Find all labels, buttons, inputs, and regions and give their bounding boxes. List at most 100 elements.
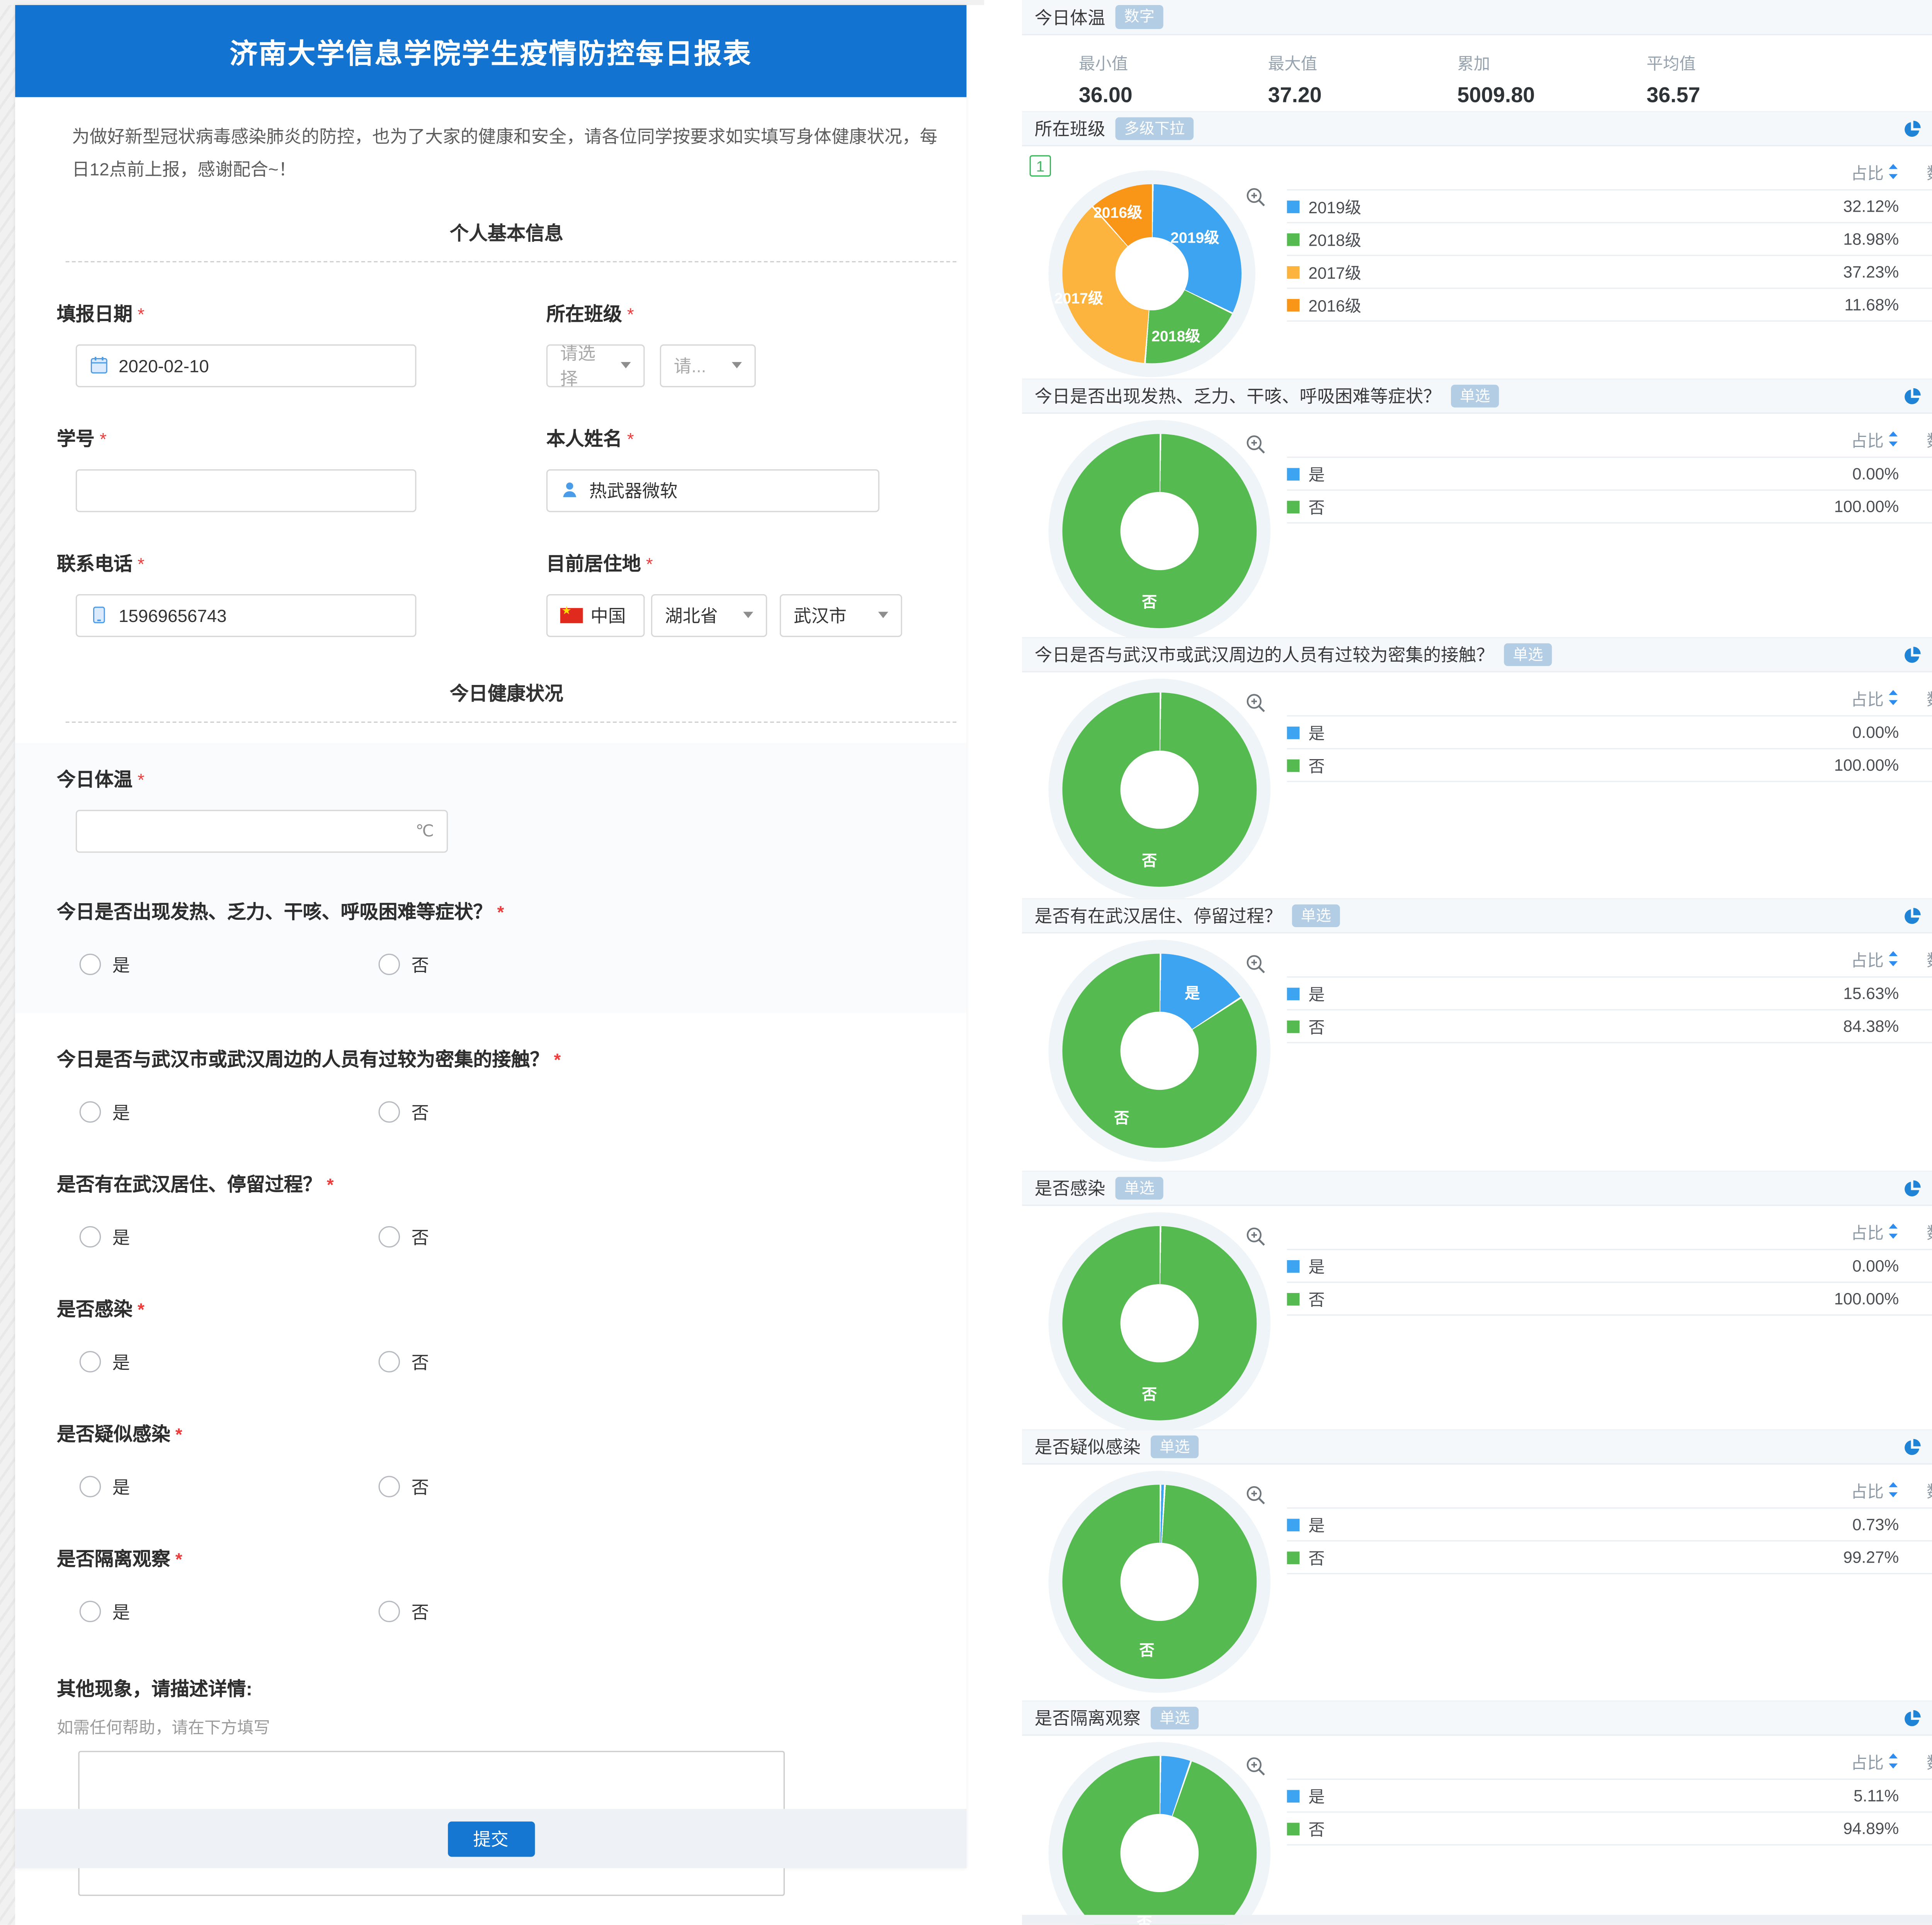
radio-circle[interactable] [80,1476,101,1498]
phone-value: 15969656743 [119,605,227,625]
student-id-input[interactable] [76,469,417,512]
class-select-level2[interactable]: 请... [660,344,756,387]
slice-label: 否 [1142,850,1157,871]
radio-no[interactable]: 否 [379,952,678,977]
phone-input[interactable]: 15969656743 [76,594,417,637]
legend-swatch [1287,1789,1300,1802]
donut-chart[interactable] [1062,954,1257,1148]
question-suspected: 是否疑似感染 [57,1424,170,1446]
field-type-badge: 多级下拉 [1116,117,1194,140]
radio-no[interactable]: 否 [379,1474,678,1499]
pie-chart-icon[interactable] [1903,645,1922,664]
zoom-in-icon[interactable] [1245,693,1267,714]
legend-table: 占比 数量 是 15.63% 20 否 84.38% 108 [1287,941,1932,1043]
zoom-in-icon[interactable] [1245,1756,1267,1777]
pie-chart-icon[interactable] [1903,1709,1922,1728]
field-type-badge: 单选 [1116,1177,1163,1200]
sort-by-percent[interactable]: 占比 [1747,947,1899,971]
sort-icon [1888,690,1899,705]
radio-yes[interactable]: 是 [80,1349,379,1375]
zoom-in-icon[interactable] [1245,187,1267,208]
pie-chart-icon[interactable] [1903,906,1922,925]
zoom-in-icon[interactable] [1245,1226,1267,1248]
radio-yes[interactable]: 是 [80,1100,379,1125]
legend-table: 占比 数量 是 0.00% 0 否 100.00% 137 [1287,680,1932,782]
sort-by-percent[interactable]: 占比 [1747,686,1899,710]
donut-chart[interactable] [1062,434,1257,628]
slice-label: 是 [1185,982,1200,1004]
sort-by-percent[interactable]: 占比 [1747,1749,1899,1773]
legend-swatch [1287,298,1300,311]
page-tab-1[interactable]: 1 [1029,155,1051,177]
radio-yes[interactable]: 是 [80,1474,379,1499]
country-field[interactable]: ★ 中国 [546,594,645,637]
donut-chart[interactable] [1062,1226,1257,1420]
legend-header: 占比 数量 [1287,1213,1932,1249]
divider [66,261,956,262]
chart-section-quarantine: 是否隔离观察 单选 否 占比 数量 [1022,1701,1932,1925]
pie-chart-icon[interactable] [1903,1437,1922,1456]
chart-title: 今日是否与武汉市或武汉周边的人员有过较为密集的接触？ [1035,642,1494,667]
name-input[interactable]: 热武器微软 [546,469,879,512]
zoom-in-icon[interactable] [1245,434,1267,455]
radio-circle[interactable] [379,1102,400,1123]
radio-yes[interactable]: 是 [80,1599,379,1624]
report-date-input[interactable]: 2020-02-10 [76,344,417,387]
sort-icon [1888,951,1899,966]
radio-no[interactable]: 否 [379,1599,678,1624]
legend-swatch [1287,200,1300,213]
legend-row: 2018级 18.98% 26 [1287,222,1932,255]
residence-label: 目前居住地 [546,554,641,575]
zoom-in-icon[interactable] [1245,1485,1267,1506]
pie-chart-icon[interactable] [1903,387,1922,406]
radio-circle[interactable] [80,954,101,975]
chart-section-symptoms: 今日是否出现发热、乏力、干咳、呼吸困难等症状？ 单选 否 占比 [1022,379,1932,637]
radio-no[interactable]: 否 [379,1225,678,1250]
slice-label: 2018级 [1151,325,1200,347]
radio-circle[interactable] [379,1351,400,1373]
radio-no[interactable]: 否 [379,1100,678,1125]
chart-title: 是否隔离观察 [1035,1706,1141,1731]
city-select[interactable]: 武汉市 [780,594,902,637]
legend-header: 占比 数量 [1287,1743,1932,1779]
pie-chart-icon[interactable] [1903,119,1922,138]
stat-title: 今日体温 [1035,4,1105,29]
temperature-input[interactable]: ℃ [76,810,448,853]
sort-by-percent[interactable]: 占比 [1747,1478,1899,1502]
radio-circle[interactable] [80,1351,101,1373]
radio-circle[interactable] [379,1476,400,1498]
radio-circle[interactable] [379,1227,400,1248]
date-label: 填报日期 [57,304,133,325]
radio-circle[interactable] [379,954,400,975]
radio-circle[interactable] [80,1227,101,1248]
page-background-texture [0,0,984,5]
class-select-level1[interactable]: 请选择 [546,344,645,387]
donut-chart[interactable] [1062,693,1257,887]
sort-by-percent[interactable]: 占比 [1747,160,1899,183]
donut-chart[interactable] [1062,1485,1257,1679]
question-quarantine: 是否隔离观察 [57,1549,170,1570]
chart-title: 是否有在武汉居住、停留过程？ [1035,903,1282,928]
legend-header: 占比 数量 [1287,680,1932,715]
section-header: 所在班级 多级下拉 [1022,111,1932,146]
radio-yes[interactable]: 是 [80,1225,379,1250]
radio-no[interactable]: 否 [379,1349,678,1375]
report-form-card: 济南大学信息学院学生疫情防控每日报表 为做好新型冠状病毒感染肺炎的防控，也为了大… [15,5,966,1868]
donut-chart[interactable] [1062,1756,1257,1925]
radio-yes[interactable]: 是 [80,952,379,977]
sort-by-percent[interactable]: 占比 [1747,1219,1899,1243]
section-header: 今日体温 数字 [1022,0,1932,35]
pie-chart-icon[interactable] [1903,1179,1922,1198]
radio-circle[interactable] [379,1601,400,1623]
radio-circle[interactable] [80,1102,101,1123]
chevron-down-icon [878,612,888,618]
province-select[interactable]: 湖北省 [651,594,767,637]
zoom-in-icon[interactable] [1245,954,1267,975]
radio-circle[interactable] [80,1601,101,1623]
sort-by-percent[interactable]: 占比 [1747,427,1899,451]
slice-label: 2019级 [1170,226,1219,248]
submit-button[interactable]: 提交 [447,1821,534,1856]
legend-table: 占比 数量 是 0.00% 0 否 100.00% 137 [1287,1213,1932,1315]
section-header: 是否疑似感染 单选 [1022,1429,1932,1465]
legend-row: 是 0.00% 0 [1287,1249,1932,1282]
